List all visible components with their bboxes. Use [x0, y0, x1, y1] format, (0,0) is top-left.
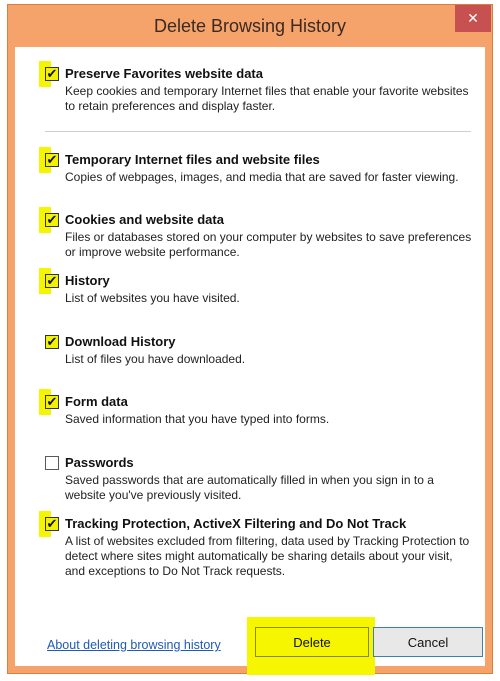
cancel-button[interactable]: Cancel — [373, 627, 483, 657]
about-deleting-history-link[interactable]: About deleting browsing history — [47, 638, 221, 652]
checkmark-icon: ✔ — [46, 273, 58, 288]
download-history-checkbox[interactable]: ✔ — [45, 335, 59, 349]
delete-button[interactable]: Delete — [255, 627, 369, 657]
history-checkbox[interactable]: ✔ — [45, 274, 59, 288]
option-description: Copies of webpages, images, and media th… — [65, 170, 459, 184]
delete-browsing-history-dialog: Delete Browsing History ✕ ✔ Preserve Fav… — [7, 4, 493, 675]
option-label: Passwords — [65, 455, 134, 470]
option-description: Saved information that you have typed in… — [65, 412, 330, 426]
option-label: Cookies and website data — [65, 212, 224, 227]
temporary-files-checkbox[interactable]: ✔ — [45, 153, 59, 167]
option-description: Saved passwords that are automatically f… — [65, 473, 434, 502]
checkmark-icon: ✔ — [46, 66, 58, 81]
checkmark-icon: ✔ — [46, 212, 58, 227]
checkmark-icon: ✔ — [46, 152, 58, 167]
checkmark-icon: ✔ — [46, 516, 58, 531]
option-description: List of files you have downloaded. — [65, 352, 246, 366]
option-label: Form data — [65, 394, 128, 409]
close-button[interactable]: ✕ — [455, 5, 491, 32]
option-label: History — [65, 273, 110, 288]
dialog-content: ✔ Preserve Favorites website data Keep c… — [15, 47, 485, 675]
option-label: Preserve Favorites website data — [65, 66, 263, 81]
option-label: Tracking Protection, ActiveX Filtering a… — [65, 516, 407, 531]
option-description: A list of websites excluded from filteri… — [65, 534, 470, 578]
option-label: Temporary Internet files and website fil… — [65, 152, 320, 167]
cookies-checkbox[interactable]: ✔ — [45, 213, 59, 227]
passwords-checkbox[interactable] — [45, 456, 59, 470]
dialog-title: Delete Browsing History — [153, 16, 347, 36]
option-description: Keep cookies and temporary Internet file… — [65, 84, 469, 113]
option-description: Files or databases stored on your comput… — [65, 230, 472, 259]
option-description: List of websites you have visited. — [65, 291, 240, 305]
close-icon: ✕ — [467, 10, 479, 26]
tracking-protection-checkbox[interactable]: ✔ — [45, 517, 59, 531]
divider — [45, 131, 471, 132]
form-data-checkbox[interactable]: ✔ — [45, 395, 59, 409]
checkmark-icon: ✔ — [46, 334, 58, 349]
checkmark-icon: ✔ — [46, 394, 58, 409]
title-bar[interactable]: Delete Browsing History ✕ — [8, 5, 492, 47]
option-label: Download History — [65, 334, 176, 349]
preserve-favorites-checkbox[interactable]: ✔ — [45, 67, 59, 81]
